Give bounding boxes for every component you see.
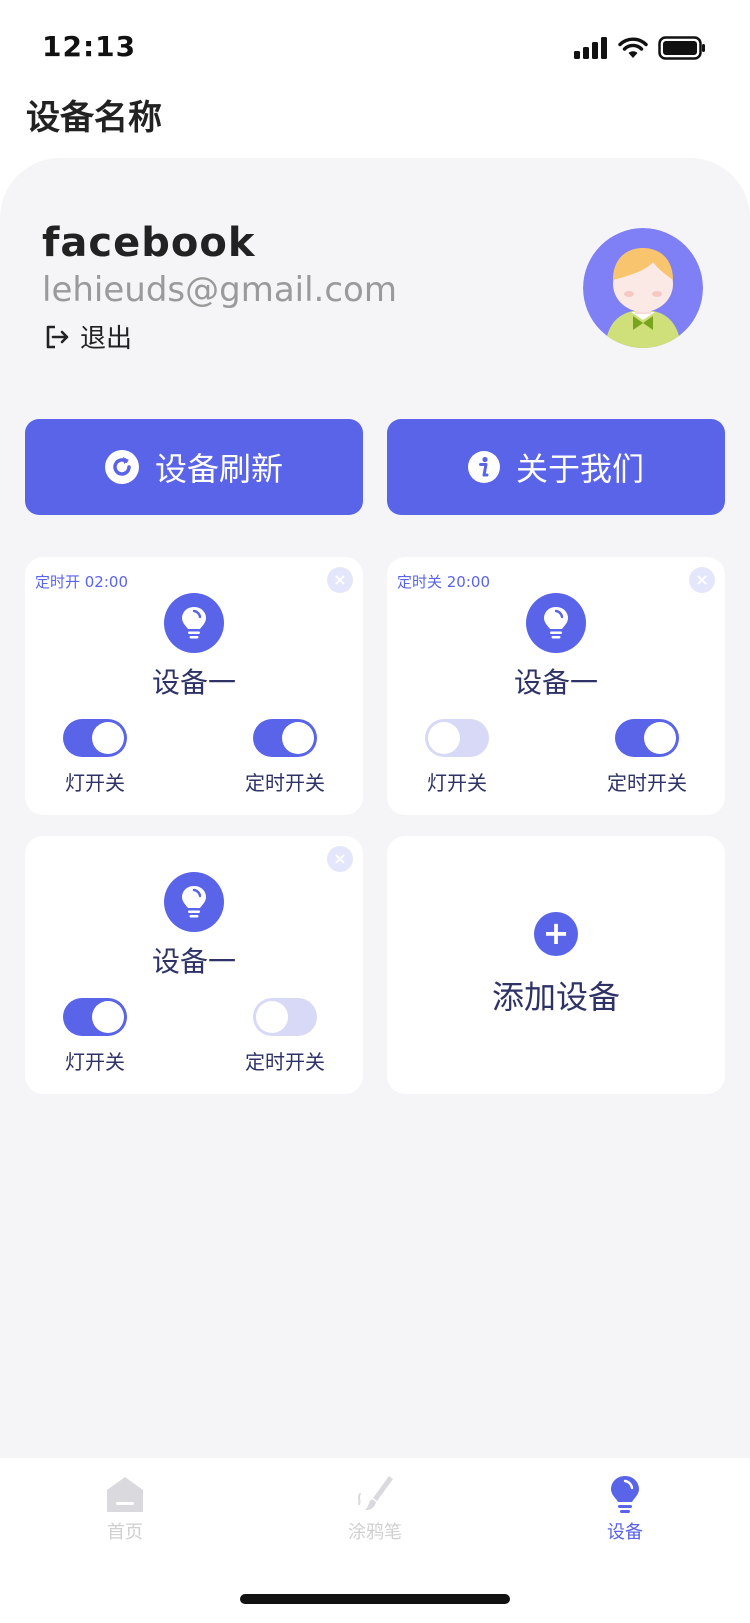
battery-icon — [658, 36, 705, 60]
info-icon — [467, 451, 500, 483]
timer-text: 定时关 20:00 — [397, 573, 490, 591]
tab-graffiti-pen[interactable]: 涂鸦笔 — [315, 1474, 435, 1544]
tab-label: 首页 — [107, 1522, 143, 1543]
signal-icon — [574, 37, 607, 59]
status-icons — [574, 34, 706, 62]
remove-device-button[interactable]: × — [327, 846, 353, 872]
tab-label: 设备 — [607, 1522, 643, 1543]
home-indicator — [240, 1594, 510, 1604]
tab-devices[interactable]: 设备 — [565, 1474, 685, 1544]
timer-toggle-label: 定时开关 — [245, 1050, 325, 1074]
light-toggle-label: 灯开关 — [65, 1050, 125, 1074]
username: facebook — [42, 220, 256, 266]
logout-label: 退出 — [80, 324, 133, 354]
timer-toggle-label: 定时开关 — [607, 771, 687, 795]
about-us-button[interactable]: 关于我们 — [387, 419, 725, 515]
bulb-icon — [164, 872, 224, 932]
user-email: lehieuds@gmail.com — [42, 270, 397, 310]
device-name: 设备一 — [151, 666, 236, 699]
plus-icon: + — [534, 912, 578, 956]
device-card: × 设备一 灯开关 定时开关 — [25, 836, 363, 1094]
light-toggle-label: 灯开关 — [65, 771, 125, 795]
remove-device-button[interactable]: × — [327, 567, 353, 593]
timer-text: 定时开 02:00 — [35, 573, 128, 591]
refresh-label: 设备刷新 — [154, 450, 283, 488]
add-device-card[interactable]: + 添加设备 — [387, 836, 725, 1094]
avatar[interactable] — [583, 228, 703, 348]
device-name: 设备一 — [151, 945, 236, 978]
bulb-icon — [526, 593, 586, 653]
timer-toggle[interactable] — [615, 719, 679, 757]
about-label: 关于我们 — [515, 450, 644, 488]
bulb-icon — [611, 1476, 639, 1513]
light-toggle[interactable] — [63, 719, 127, 757]
tab-label: 涂鸦笔 — [348, 1522, 402, 1543]
refresh-icon — [104, 450, 139, 484]
logout-icon — [46, 325, 69, 348]
light-toggle-label: 灯开关 — [427, 771, 487, 795]
timer-toggle-label: 定时开关 — [245, 771, 325, 795]
timer-toggle[interactable] — [253, 719, 317, 757]
remove-device-button[interactable]: × — [689, 567, 715, 593]
wifi-icon — [618, 37, 648, 58]
page-title: 设备名称 — [26, 98, 162, 138]
refresh-devices-button[interactable]: 设备刷新 — [25, 419, 363, 515]
home-icon — [107, 1477, 143, 1512]
logout-button[interactable]: 退出 — [44, 318, 132, 355]
status-time: 12:13 — [42, 30, 137, 63]
add-device-label: 添加设备 — [491, 978, 620, 1016]
device-name: 设备一 — [513, 666, 598, 699]
light-toggle[interactable] — [425, 719, 489, 757]
bulb-icon — [164, 593, 224, 653]
device-card: 定时开 02:00 × 设备一 灯开关 定时开关 — [25, 557, 363, 815]
device-card: 定时关 20:00 × 设备一 灯开关 定时开关 — [387, 557, 725, 815]
light-toggle[interactable] — [63, 998, 127, 1036]
paintbrush-icon — [357, 1476, 393, 1511]
tab-home[interactable]: 首页 — [65, 1474, 185, 1544]
timer-toggle[interactable] — [253, 998, 317, 1036]
